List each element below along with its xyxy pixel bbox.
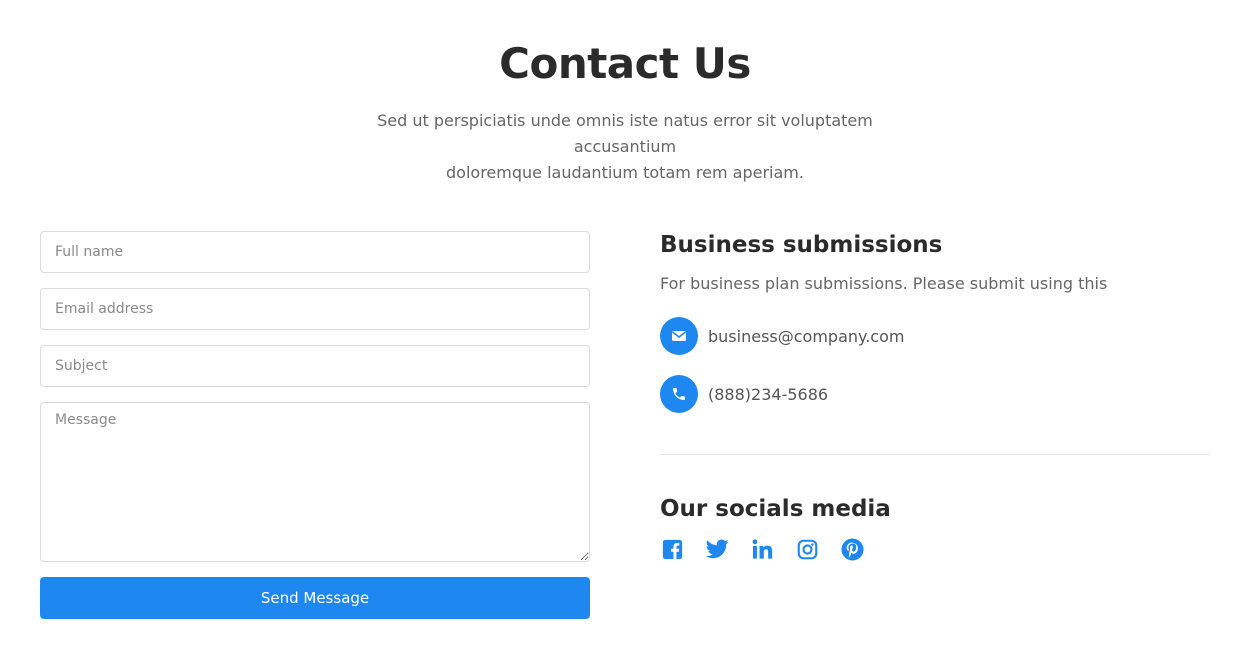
page-title: Contact Us [499, 39, 751, 88]
twitter-icon[interactable] [705, 537, 729, 561]
email-input[interactable] [40, 288, 590, 330]
page-subtitle: Sed ut perspiciatis unde omnis iste natu… [330, 108, 920, 186]
contact-info: Business submissions For business plan s… [660, 229, 1210, 561]
linkedin-icon[interactable] [750, 537, 774, 561]
send-message-button[interactable]: Send Message [40, 577, 590, 619]
social-links [660, 537, 1210, 561]
subtitle-line-2: doloremque laudantium totam rem aperiam. [446, 163, 804, 182]
contact-form: Send Message [40, 231, 590, 619]
phone-icon [660, 375, 698, 413]
facebook-icon[interactable] [660, 537, 684, 561]
section-divider [660, 454, 1210, 455]
business-submissions-description: For business plan submissions. Please su… [660, 274, 1108, 293]
subtitle-line-1: Sed ut perspiciatis unde omnis iste natu… [377, 111, 873, 156]
email-contact-row: business@company.com [660, 317, 1210, 355]
business-submissions-title: Business submissions [660, 232, 943, 258]
envelope-icon [660, 317, 698, 355]
business-phone-link[interactable]: (888)234-5686 [708, 385, 828, 404]
socials-title: Our socials media [660, 496, 891, 522]
phone-contact-row: (888)234-5686 [660, 375, 1210, 413]
instagram-icon[interactable] [795, 537, 819, 561]
pinterest-icon[interactable] [840, 537, 864, 561]
business-email-link[interactable]: business@company.com [708, 327, 904, 346]
subject-input[interactable] [40, 345, 590, 387]
full-name-input[interactable] [40, 231, 590, 273]
message-textarea[interactable] [40, 402, 590, 562]
